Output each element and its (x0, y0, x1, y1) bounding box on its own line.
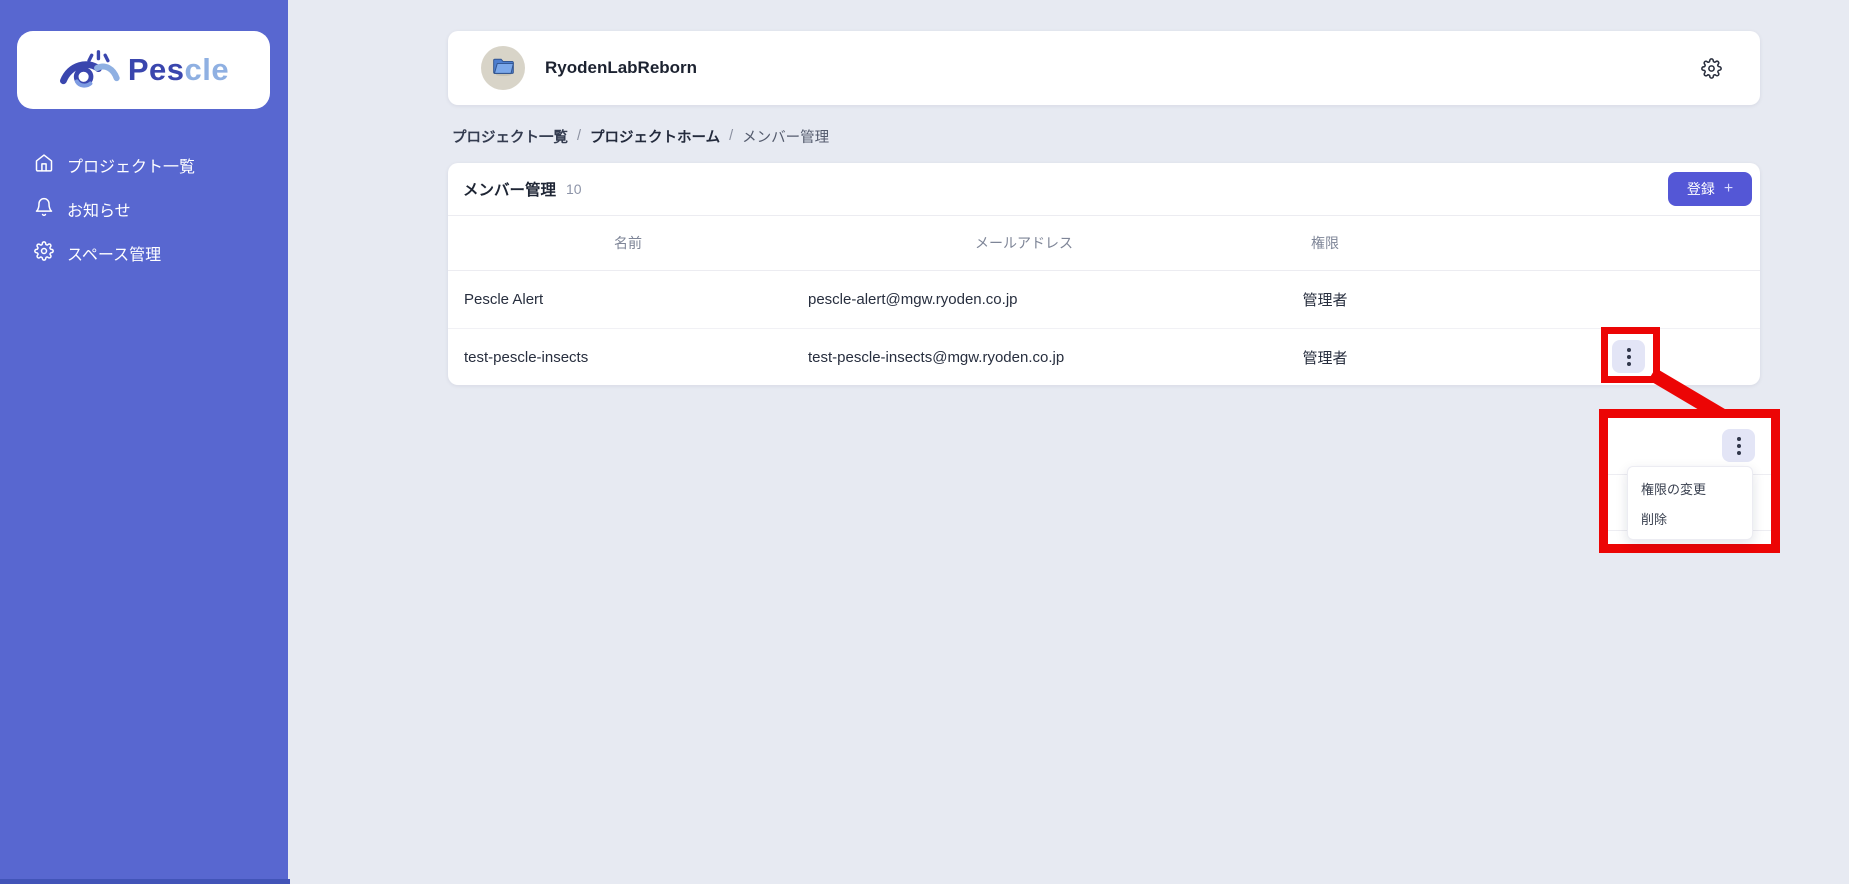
home-icon (34, 153, 54, 178)
folder-icon (490, 52, 517, 84)
sidebar-item-label: お知らせ (67, 203, 131, 220)
annotation-highlight-box-kebab (1601, 327, 1660, 383)
member-count-badge: 10 (566, 181, 582, 197)
sidebar: Pescle プロジェクト一覧 お知らせ スペース管理 (0, 0, 290, 884)
breadcrumb-member-management: メンバー管理 (742, 129, 830, 146)
pescle-eye-logo-icon (58, 43, 120, 98)
member-role: 管理者 (1302, 349, 1348, 367)
table-row: test-pescle-insects test-pescle-insects@… (448, 329, 1760, 385)
member-email: test-pescle-insects@mgw.ryoden.co.jp (808, 348, 1065, 366)
menu-item-delete[interactable]: 削除 (1628, 503, 1752, 533)
breadcrumb-separator: / (729, 128, 734, 144)
row-actions-dropdown-menu: 権限の変更 削除 (1627, 466, 1753, 540)
breadcrumb-separator: / (577, 128, 582, 144)
member-name: Pescle Alert (464, 291, 544, 308)
sidebar-item-notifications[interactable]: お知らせ (0, 194, 288, 224)
register-button-label: 登録 (1686, 181, 1715, 197)
sidebar-item-project-list[interactable]: プロジェクト一覧 (0, 150, 288, 180)
project-name: RyodenLabReborn (545, 58, 698, 77)
annotation-magnified-inset: 権限の変更 削除 (1599, 409, 1780, 553)
sidebar-item-space-management[interactable]: スペース管理 (0, 238, 288, 268)
table-titlebar: メンバー管理 10 登録 + (448, 163, 1760, 215)
page-title: メンバー管理 (463, 182, 557, 199)
bell-icon (34, 197, 54, 222)
project-header-card: RyodenLabReborn (448, 31, 1760, 105)
member-role: 管理者 (1302, 292, 1348, 309)
project-settings-gear-icon[interactable] (1698, 55, 1724, 81)
brand-name: Pescle (127, 52, 230, 87)
table-header-row: 名前 メールアドレス 権限 (448, 215, 1760, 271)
breadcrumb-project-home[interactable]: プロジェクトホーム (590, 126, 720, 147)
member-email: pescle-alert@mgw.ryoden.co.jp (808, 291, 1018, 308)
table-row: Pescle Alert pescle-alert@mgw.ryoden.co.… (448, 271, 1760, 329)
project-avatar (481, 46, 525, 90)
register-button[interactable]: 登録 + (1668, 172, 1752, 206)
breadcrumb-project-list[interactable]: プロジェクト一覧 (452, 126, 568, 147)
member-name: test-pescle-insects (464, 348, 589, 366)
sidebar-nav: プロジェクト一覧 お知らせ スペース管理 (0, 150, 288, 282)
column-header-name: 名前 (614, 235, 642, 251)
gear-icon (34, 240, 54, 266)
plus-icon: + (1723, 180, 1734, 197)
menu-item-change-permission[interactable]: 権限の変更 (1628, 473, 1752, 503)
member-management-card: メンバー管理 10 登録 + 名前 メールアドレス 権限 Pescle Aler… (448, 163, 1760, 385)
breadcrumb: プロジェクト一覧 / プロジェクトホーム / メンバー管理 (452, 126, 829, 146)
sidebar-item-label: スペース管理 (67, 247, 162, 264)
app-logo[interactable]: Pescle (17, 31, 270, 109)
sidebar-bottom-strip (0, 879, 290, 884)
row-actions-kebab-icon-magnified[interactable] (1722, 429, 1755, 462)
sidebar-item-label: プロジェクト一覧 (67, 159, 196, 176)
column-header-role: 権限 (1311, 235, 1339, 251)
column-header-email: メールアドレス (975, 235, 1073, 251)
